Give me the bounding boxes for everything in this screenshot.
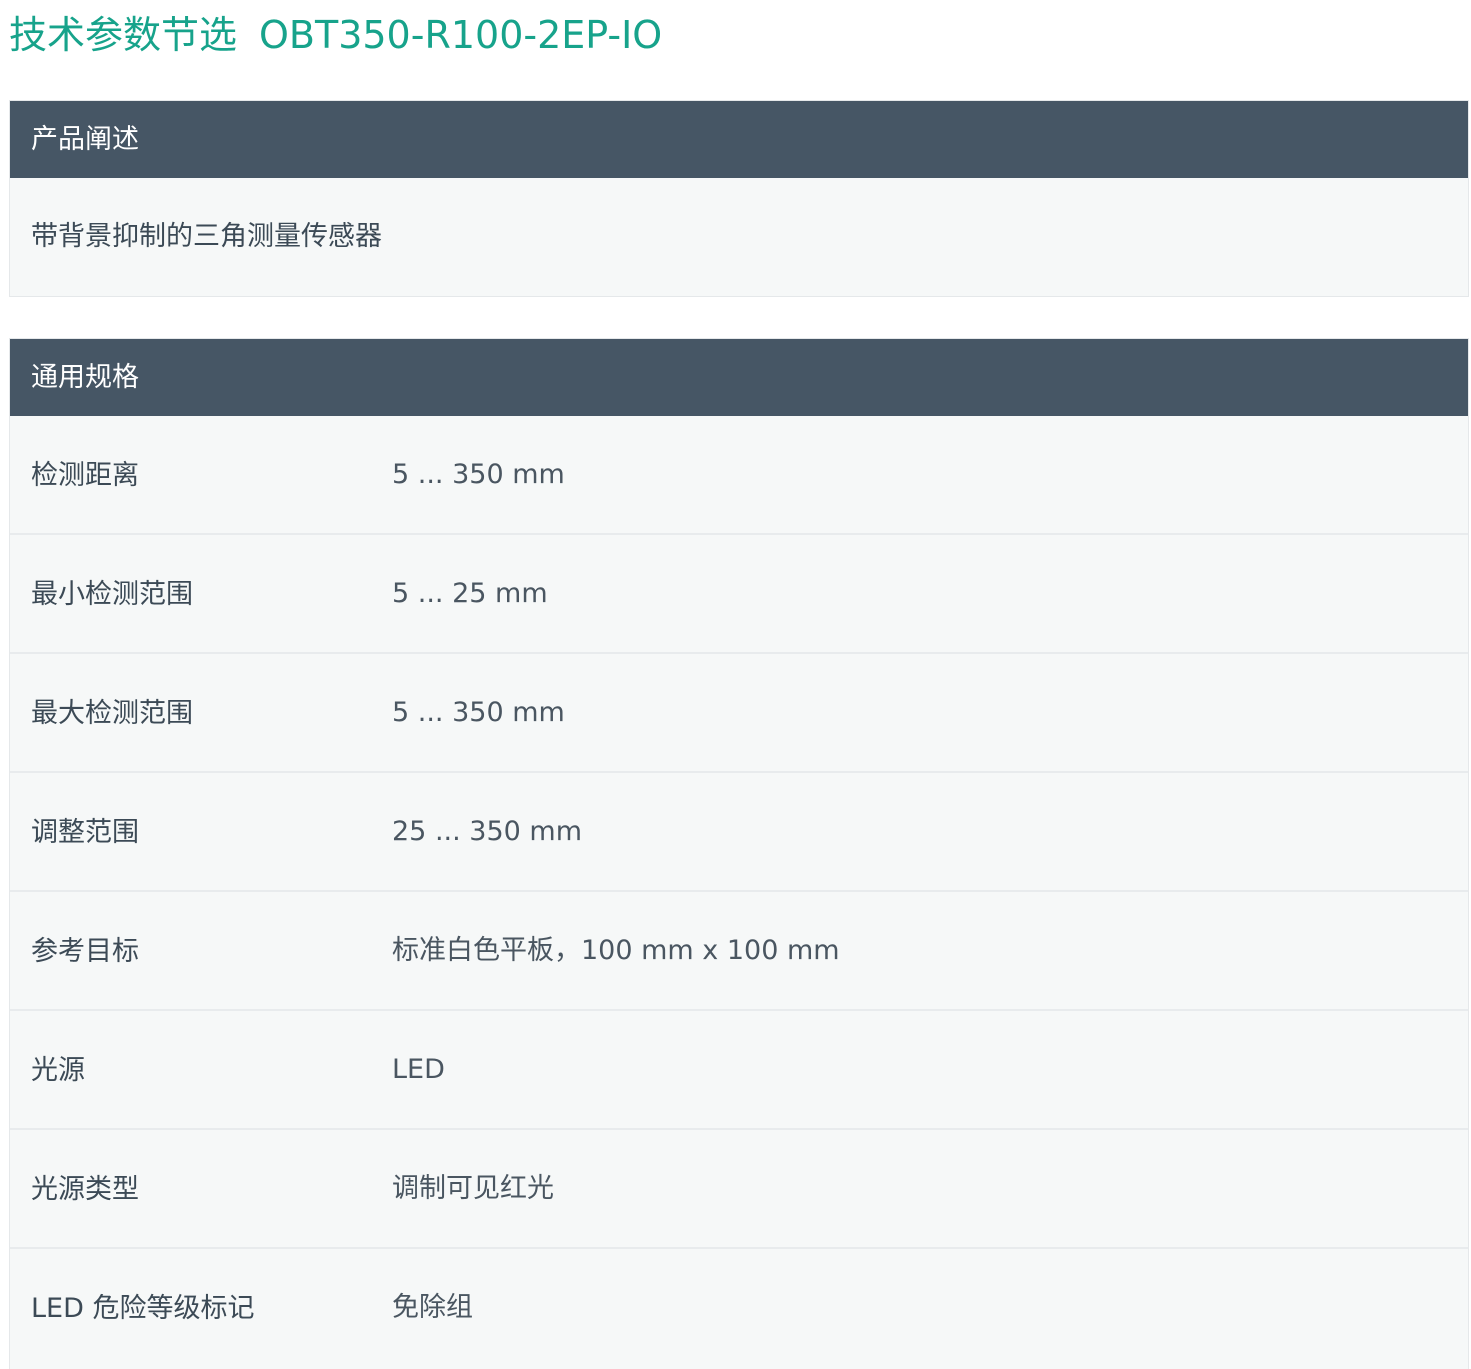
spec-label: 光源 [31, 1055, 85, 1086]
spec-value: 25 ... 350 mm [392, 816, 582, 847]
spec-label: 检测距离 [31, 460, 139, 491]
spec-value: 5 ... 25 mm [392, 578, 548, 609]
spec-label: 调整范围 [31, 817, 139, 848]
spec-row-led-risk-group: LED 危险等级标记 免除组 [10, 1249, 1468, 1368]
spec-row-adjustment-range: 调整范围 25 ... 350 mm [10, 773, 1468, 892]
product-description-panel: 产品阐述 带背景抑制的三角测量传感器 [9, 100, 1469, 297]
spec-value: 免除组 [392, 1292, 473, 1323]
spec-row-max-detection-range: 最大检测范围 5 ... 350 mm [10, 654, 1468, 773]
spec-value: 5 ... 350 mm [392, 697, 565, 728]
spec-value: LED [392, 1054, 445, 1085]
spec-label: 光源类型 [31, 1174, 139, 1205]
general-specs-header: 通用规格 [10, 339, 1468, 416]
spec-label: 最小检测范围 [31, 579, 193, 610]
page-title-model: OBT350-R100-2EP-IO [259, 13, 663, 57]
spec-value: 5 ... 350 mm [392, 459, 565, 490]
spec-row-light-type: 光源类型 调制可见红光 [10, 1130, 1468, 1249]
spec-value: 调制可见红光 [392, 1173, 554, 1204]
page-title-prefix: 技术参数节选 [9, 13, 238, 57]
spec-row-reference-target: 参考目标 标准白色平板，100 mm x 100 mm [10, 892, 1468, 1011]
spec-label: LED 危险等级标记 [31, 1293, 255, 1324]
product-description-text: 带背景抑制的三角测量传感器 [31, 221, 382, 252]
spec-label: 参考目标 [31, 936, 139, 967]
spec-label: 最大检测范围 [31, 698, 193, 729]
spec-row-light-source: 光源 LED [10, 1011, 1468, 1130]
spec-row-detection-range: 检测距离 5 ... 350 mm [10, 416, 1468, 535]
spec-value: 标准白色平板，100 mm x 100 mm [392, 935, 840, 966]
product-description-header: 产品阐述 [10, 101, 1468, 178]
page-title: 技术参数节选 OBT350-R100-2EP-IO [9, 10, 662, 60]
general-specs-panel: 通用规格 检测距离 5 ... 350 mm 最小检测范围 5 ... 25 m… [9, 338, 1469, 1369]
spec-row-min-detection-range: 最小检测范围 5 ... 25 mm [10, 535, 1468, 654]
